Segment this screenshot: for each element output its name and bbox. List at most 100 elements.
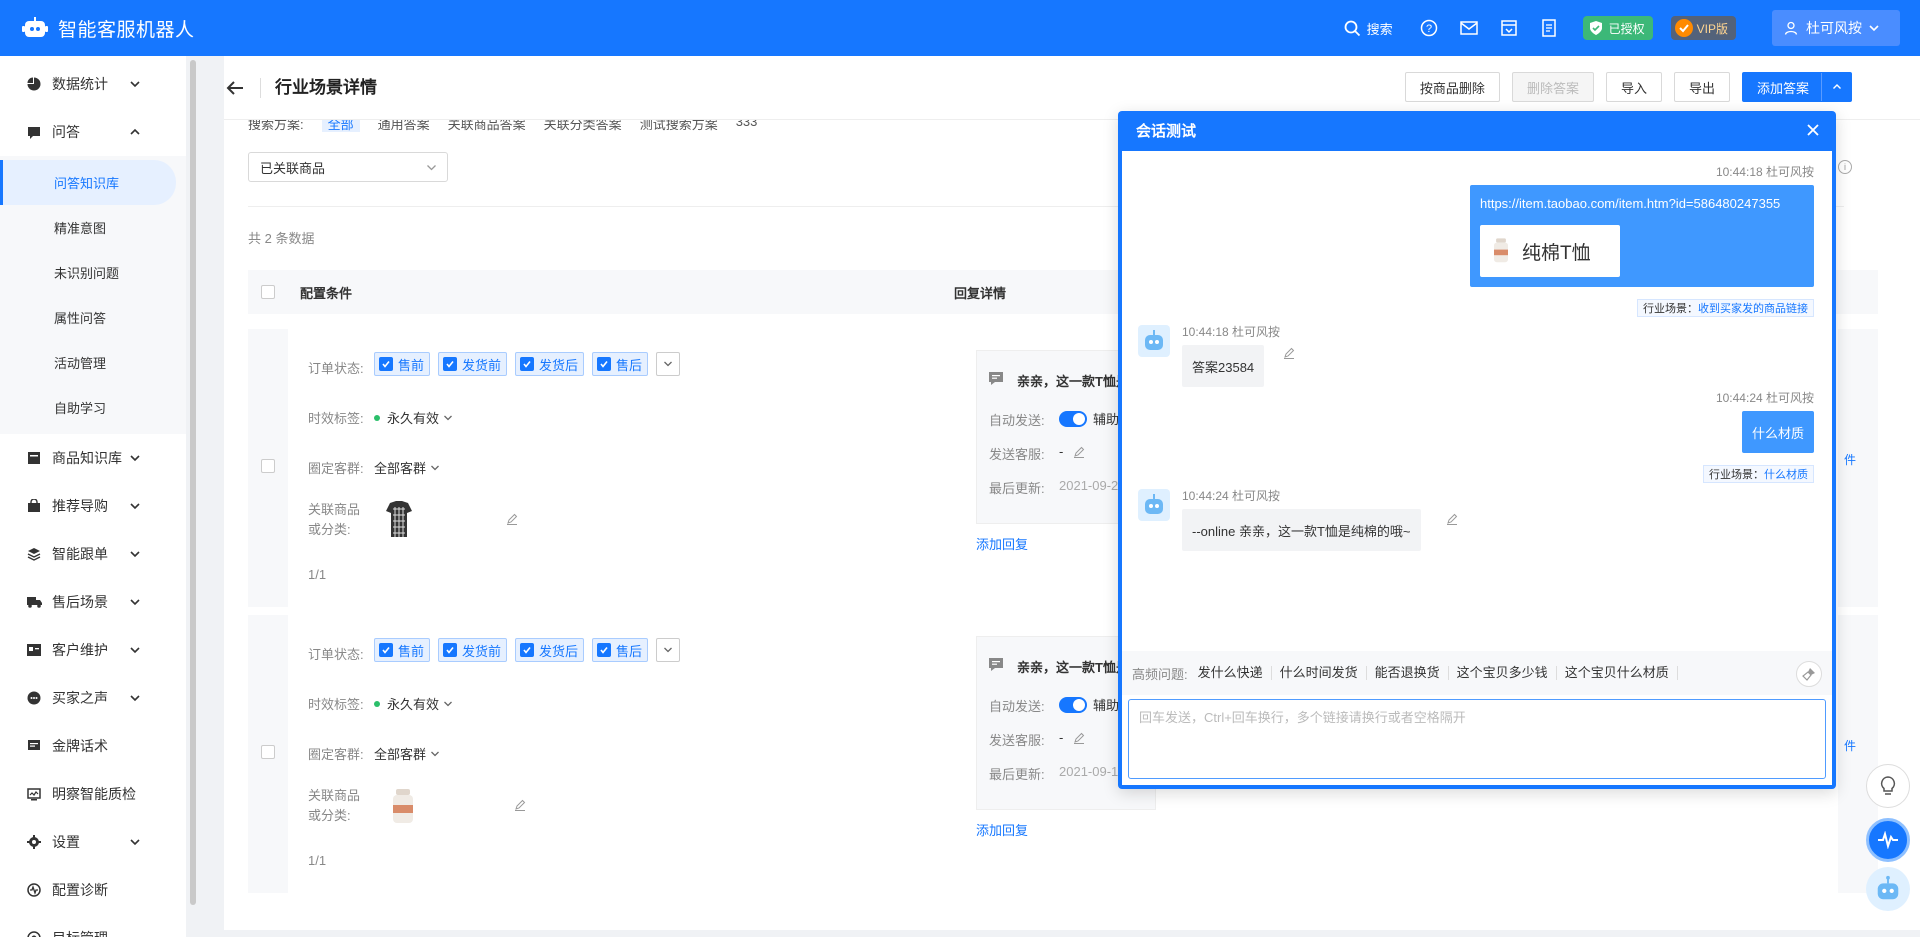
message-time: 10:44:18 杜可风按 xyxy=(1182,325,1281,339)
id-card-icon xyxy=(26,642,42,658)
sidebar-scrollbar[interactable] xyxy=(190,60,196,905)
sidebar-item-goals[interactable]: 目标管理 xyxy=(0,914,186,937)
message-link[interactable]: https://item.taobao.com/item.htm?id=5864… xyxy=(1480,196,1780,211)
linked-label-2: 或分类: xyxy=(308,522,351,537)
chevron-down-icon xyxy=(130,837,140,850)
sidebar-subitem-attribute-qa[interactable]: 属性问答 xyxy=(0,295,186,340)
tag-presale[interactable]: 售前 xyxy=(374,638,431,662)
select-all-checkbox[interactable] xyxy=(261,285,275,299)
user-icon xyxy=(1784,21,1798,35)
add-reply-link[interactable]: 添加回复 xyxy=(976,534,1028,553)
sidebar-item-qa[interactable]: 问答 xyxy=(0,108,186,156)
help-icon[interactable]: ? xyxy=(1419,18,1439,38)
document-icon[interactable] xyxy=(1539,18,1559,38)
freq-label: 高频问题: xyxy=(1132,666,1188,682)
download-box-icon[interactable] xyxy=(1499,18,1519,38)
add-answer-button[interactable]: 添加答案 xyxy=(1741,72,1852,102)
send-cs-value: - xyxy=(1059,730,1085,745)
delete-by-product-button[interactable]: 按商品删除 xyxy=(1404,72,1500,102)
edit-pencil-icon[interactable] xyxy=(1283,347,1295,359)
sidebar-item-after-sales[interactable]: 售后场景 xyxy=(0,578,186,626)
back-arrow-icon[interactable] xyxy=(224,77,246,99)
linked-product-select[interactable]: 已关联商品 xyxy=(248,152,448,182)
sidebar-item-settings[interactable]: 设置 xyxy=(0,818,186,866)
app-logo[interactable]: 智能客服机器人 xyxy=(0,15,195,42)
sidebar-item-data-stats[interactable]: 数据统计 xyxy=(0,60,186,108)
sidebar-item-smart-follow[interactable]: 智能跟单 xyxy=(0,530,186,578)
group-value-dropdown[interactable]: 全部客群 xyxy=(374,744,440,763)
info-icon[interactable]: i xyxy=(1838,160,1852,174)
scene-value[interactable]: 收到买家发的商品链接 xyxy=(1698,300,1808,316)
sidebar-item-gold-script[interactable]: 金牌话术 xyxy=(0,722,186,770)
chat-icon xyxy=(989,372,1003,385)
chat-icon xyxy=(989,658,1003,671)
time-value-dropdown[interactable]: 永久有效 xyxy=(374,408,453,427)
close-icon[interactable] xyxy=(1804,121,1822,139)
lightbulb-icon[interactable] xyxy=(1866,764,1910,808)
pulse-monitor-icon[interactable] xyxy=(1866,818,1910,862)
edit-pencil-icon[interactable] xyxy=(1073,732,1085,744)
sidebar-item-buyer-voice[interactable]: 买家之声 xyxy=(0,674,186,722)
chevron-up-icon[interactable] xyxy=(1821,73,1851,101)
chevron-down-icon xyxy=(431,465,439,470)
freq-question[interactable]: 这个宝贝什么材质 xyxy=(1557,666,1678,680)
tag-presale[interactable]: 售前 xyxy=(374,352,431,376)
user-menu[interactable]: 杜可风按 xyxy=(1772,10,1900,46)
group-value-dropdown[interactable]: 全部客群 xyxy=(374,458,440,477)
sidebar-item-recommend[interactable]: 推荐导购 xyxy=(0,482,186,530)
tag-after-shipping[interactable]: 发货后 xyxy=(515,638,585,662)
scene-label: 行业场景： xyxy=(1709,469,1764,481)
export-button[interactable]: 导出 xyxy=(1673,72,1730,102)
sidebar-item-customer-care[interactable]: 客户维护 xyxy=(0,626,186,674)
sidebar-subitem-qa-knowledge[interactable]: 问答知识库 xyxy=(0,160,176,205)
sidebar-subitem-self-learning[interactable]: 自助学习 xyxy=(0,385,186,430)
sidebar-item-product-knowledge[interactable]: 商品知识库 xyxy=(0,434,186,482)
monitor-icon xyxy=(26,786,42,802)
send-cs-label: 发送客服: xyxy=(989,447,1045,462)
robot-assistant-icon[interactable] xyxy=(1866,867,1910,911)
edit-pencil-icon[interactable] xyxy=(506,513,518,525)
edit-pencil-icon[interactable] xyxy=(514,799,526,811)
sidebar-item-quality-check[interactable]: 明察智能质检 xyxy=(0,770,186,818)
chevron-down-icon xyxy=(130,693,140,706)
chat-message-input[interactable] xyxy=(1128,699,1826,779)
clear-brush-icon[interactable] xyxy=(1796,661,1822,687)
scene-label: 行业场景： xyxy=(1643,303,1698,315)
freq-question[interactable]: 能否退换货 xyxy=(1367,666,1449,680)
mail-icon[interactable] xyxy=(1459,18,1479,38)
product-card[interactable]: 纯棉T恤 xyxy=(1480,225,1620,277)
add-reply-link[interactable]: 添加回复 xyxy=(976,820,1028,839)
freq-question[interactable]: 什么时间发货 xyxy=(1272,666,1367,680)
row-checkbox[interactable] xyxy=(261,459,275,473)
sidebar-item-label: 问答 xyxy=(52,124,80,140)
tag-label: 发货后 xyxy=(539,357,579,373)
sidebar-subitem-precise-intent[interactable]: 精准意图 xyxy=(0,205,186,250)
tag-before-shipping[interactable]: 发货前 xyxy=(438,352,508,376)
time-value-dropdown[interactable]: 永久有效 xyxy=(374,694,453,713)
sidebar-subitem-unrecognized[interactable]: 未识别问题 xyxy=(0,250,186,295)
tag-after-shipping[interactable]: 发货后 xyxy=(515,352,585,376)
auto-send-toggle[interactable] xyxy=(1059,696,1087,713)
tag-aftersale[interactable]: 售后 xyxy=(592,352,649,376)
row-checkbox[interactable] xyxy=(261,745,275,759)
tags-expand-button[interactable] xyxy=(656,352,681,376)
status-dot xyxy=(374,700,380,707)
sidebar-subitem-activity[interactable]: 活动管理 xyxy=(0,340,186,385)
scene-value[interactable]: 什么材质 xyxy=(1764,466,1808,482)
auto-send-toggle[interactable] xyxy=(1059,410,1087,427)
import-button[interactable]: 导入 xyxy=(1605,72,1662,102)
edit-pencil-icon[interactable] xyxy=(1446,513,1458,525)
tags-expand-button[interactable] xyxy=(656,638,681,662)
tag-aftersale[interactable]: 售后 xyxy=(592,638,649,662)
delete-answer-button[interactable]: 删除答案 xyxy=(1511,72,1594,102)
freq-question[interactable]: 发什么快递 xyxy=(1190,666,1272,680)
row-action-edge[interactable]: 件 xyxy=(1844,737,1856,754)
sidebar-item-label: 金牌话术 xyxy=(52,738,108,754)
search-button[interactable]: 搜索 xyxy=(1344,19,1393,38)
row-action-edge[interactable]: 件 xyxy=(1844,451,1856,468)
edit-pencil-icon[interactable] xyxy=(1073,446,1085,458)
tag-before-shipping[interactable]: 发货前 xyxy=(438,638,508,662)
qa-submenu: 问答知识库 精准意图 未识别问题 属性问答 活动管理 自助学习 xyxy=(0,156,186,434)
freq-question[interactable]: 这个宝贝多少钱 xyxy=(1449,666,1557,680)
sidebar-item-diagnosis[interactable]: 配置诊断 xyxy=(0,866,186,914)
